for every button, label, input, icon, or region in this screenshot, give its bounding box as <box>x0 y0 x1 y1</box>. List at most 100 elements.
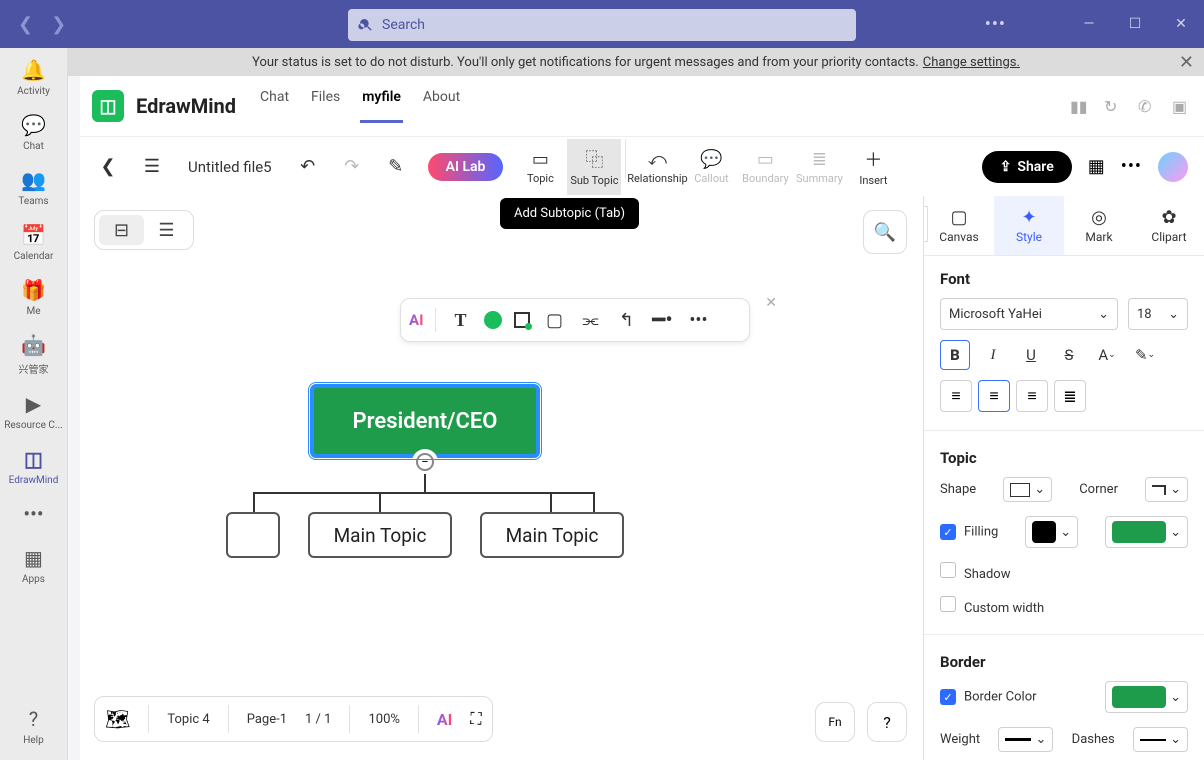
shape-select[interactable]: ⌄ <box>1003 477 1052 502</box>
ai-lab-button[interactable]: AI Lab <box>428 153 504 181</box>
grid-icon[interactable]: ▦ <box>1088 156 1105 177</box>
tool-topic[interactable]: ▭Topic <box>513 139 567 195</box>
popout-icon[interactable]: ▣ <box>1172 97 1190 115</box>
global-search[interactable]: Search <box>348 9 856 41</box>
ft-fill-icon[interactable] <box>484 311 502 329</box>
rail-xgj[interactable]: 🤖兴管家 <box>4 333 64 376</box>
rail-teams[interactable]: 👥Teams <box>4 168 64 207</box>
phone-icon[interactable]: ✆ <box>1138 97 1156 115</box>
filling-checkbox[interactable]: ✓ <box>940 524 956 540</box>
fullscreen-icon[interactable]: ⛶ <box>470 709 481 729</box>
ft-line-icon[interactable]: ━• <box>650 308 674 333</box>
format-painter[interactable]: ✎ <box>374 145 418 189</box>
undo-button[interactable]: ↶ <box>286 145 330 189</box>
footer-ai-icon[interactable]: AI <box>437 710 452 729</box>
ptab-style[interactable]: ✦Style <box>994 196 1064 255</box>
root-node[interactable]: President/CEO − <box>310 384 540 458</box>
child-node-1[interactable] <box>226 512 280 558</box>
back-arrow[interactable]: ❮ <box>18 14 33 35</box>
dashes-select[interactable]: ⌄ <box>1133 727 1188 752</box>
menu-button[interactable]: ☰ <box>130 145 174 189</box>
corner-select[interactable]: ⌄ <box>1145 477 1188 502</box>
rail-more[interactable]: ••• <box>4 502 64 530</box>
bold-button[interactable]: B <box>940 340 970 370</box>
bordercolor-checkbox[interactable]: ✓ <box>940 689 956 705</box>
file-name[interactable]: Untitled file5 <box>174 158 286 176</box>
rail-edrawmind[interactable]: ◫EdrawMind <box>4 447 64 486</box>
fill-mode-select[interactable]: ⌄ <box>1025 516 1078 548</box>
customwidth-checkbox[interactable] <box>940 596 956 612</box>
user-avatar[interactable] <box>1158 152 1188 182</box>
redo-button[interactable]: ↷ <box>330 145 374 189</box>
rail-activity[interactable]: 🔔Activity <box>4 58 64 97</box>
more-icon[interactable]: ••• <box>1121 156 1142 177</box>
shadow-checkbox[interactable] <box>940 562 956 578</box>
maximize-button[interactable]: ☐ <box>1112 0 1158 48</box>
italic-button[interactable]: I <box>978 340 1008 370</box>
ft-layout-icon[interactable]: ↰ <box>614 310 638 331</box>
highlight-button[interactable]: ✎⌄ <box>1130 340 1160 370</box>
fill-color-select[interactable]: ⌄ <box>1105 516 1188 548</box>
tab-about[interactable]: About <box>423 89 460 123</box>
status-link[interactable]: Change settings. <box>923 55 1020 70</box>
tab-myfile[interactable]: myfile <box>362 89 401 123</box>
canvas-search[interactable]: 🔍 <box>863 210 907 254</box>
minimize-button[interactable]: — <box>1066 0 1112 48</box>
boundary-icon: ▭ <box>757 149 774 170</box>
ft-close-icon[interactable]: ✕ <box>765 295 777 311</box>
collapse-icon[interactable]: − <box>416 453 434 471</box>
ft-text-icon[interactable]: T <box>448 310 472 331</box>
zoom-level[interactable]: 100% <box>368 712 399 727</box>
page-label[interactable]: Page-1 <box>247 712 287 727</box>
align-right[interactable]: ≡ <box>1016 380 1048 412</box>
child-node-3[interactable]: Main Topic <box>480 512 624 558</box>
rail-resource[interactable]: ▶Resource C... <box>4 392 64 431</box>
tool-insert[interactable]: ＋Insert <box>846 139 900 195</box>
tool-subtopic[interactable]: ⿻Sub Topic <box>567 139 621 195</box>
rail-chat[interactable]: 💬Chat <box>4 113 64 152</box>
ft-more-icon[interactable]: ••• <box>686 310 710 331</box>
close-button[interactable]: ✕ <box>1158 0 1204 48</box>
panel-collapse-icon[interactable]: › <box>923 206 928 242</box>
tool-relationship[interactable]: ⤺Relationship <box>630 139 684 195</box>
rail-help[interactable]: ?Help <box>4 707 64 746</box>
tab-chat[interactable]: Chat <box>260 89 289 123</box>
status-close-icon[interactable]: ✕ <box>1179 52 1194 73</box>
weight-select[interactable]: ⌄ <box>998 727 1053 752</box>
fn-button[interactable]: Fn <box>815 702 855 742</box>
rail-apps[interactable]: ▦Apps <box>4 546 64 585</box>
child-node-2[interactable]: Main Topic <box>308 512 452 558</box>
ft-shape-icon[interactable] <box>514 312 530 328</box>
mindmap-view[interactable]: ⊟ <box>99 215 144 245</box>
rail-me[interactable]: 🎁Me <box>4 278 64 317</box>
font-family-select[interactable]: Microsoft YaHei⌄ <box>940 298 1118 330</box>
back-button[interactable]: ❮ <box>86 145 130 189</box>
titlebar-more-icon[interactable]: ••• <box>985 14 1006 35</box>
topic-label: Topic 4 <box>167 712 209 727</box>
video-icon[interactable]: ▮▮ <box>1070 97 1088 115</box>
font-color-button[interactable]: A⌄ <box>1092 340 1122 370</box>
align-justify[interactable]: ≣ <box>1054 380 1086 412</box>
ptab-canvas[interactable]: ▢Canvas <box>924 196 994 255</box>
ft-ai-icon[interactable]: AI <box>409 311 423 329</box>
forward-arrow[interactable]: ❯ <box>51 14 66 35</box>
ft-branch-icon[interactable]: ⫘ <box>578 310 602 331</box>
ptab-mark[interactable]: ◎Mark <box>1064 196 1134 255</box>
ptab-clipart[interactable]: ✿Clipart <box>1134 196 1204 255</box>
strike-button[interactable]: S <box>1054 340 1084 370</box>
outline-view[interactable]: ☰ <box>144 215 189 245</box>
underline-button[interactable]: U <box>1016 340 1046 370</box>
share-button[interactable]: ⇪Share <box>982 151 1072 183</box>
map-icon[interactable]: 🗺 <box>105 707 130 731</box>
canvas[interactable]: ⊟ ☰ 🔍 Add Subtopic (Tab) AI T ▢ ⫘ ↰ ━• •… <box>80 196 923 760</box>
font-size-select[interactable]: 18⌄ <box>1128 298 1188 330</box>
rail-calendar[interactable]: 📅Calendar <box>4 223 64 262</box>
align-left[interactable]: ≡ <box>940 380 972 412</box>
tab-files[interactable]: Files <box>311 89 340 123</box>
align-center[interactable]: ≡ <box>978 380 1010 412</box>
ft-square-icon[interactable]: ▢ <box>542 310 566 331</box>
bordercolor-select[interactable]: ⌄ <box>1105 681 1188 713</box>
reload-icon[interactable]: ↻ <box>1104 97 1122 115</box>
topic-section-title: Topic <box>940 449 1188 467</box>
help-button[interactable]: ? <box>867 702 907 742</box>
